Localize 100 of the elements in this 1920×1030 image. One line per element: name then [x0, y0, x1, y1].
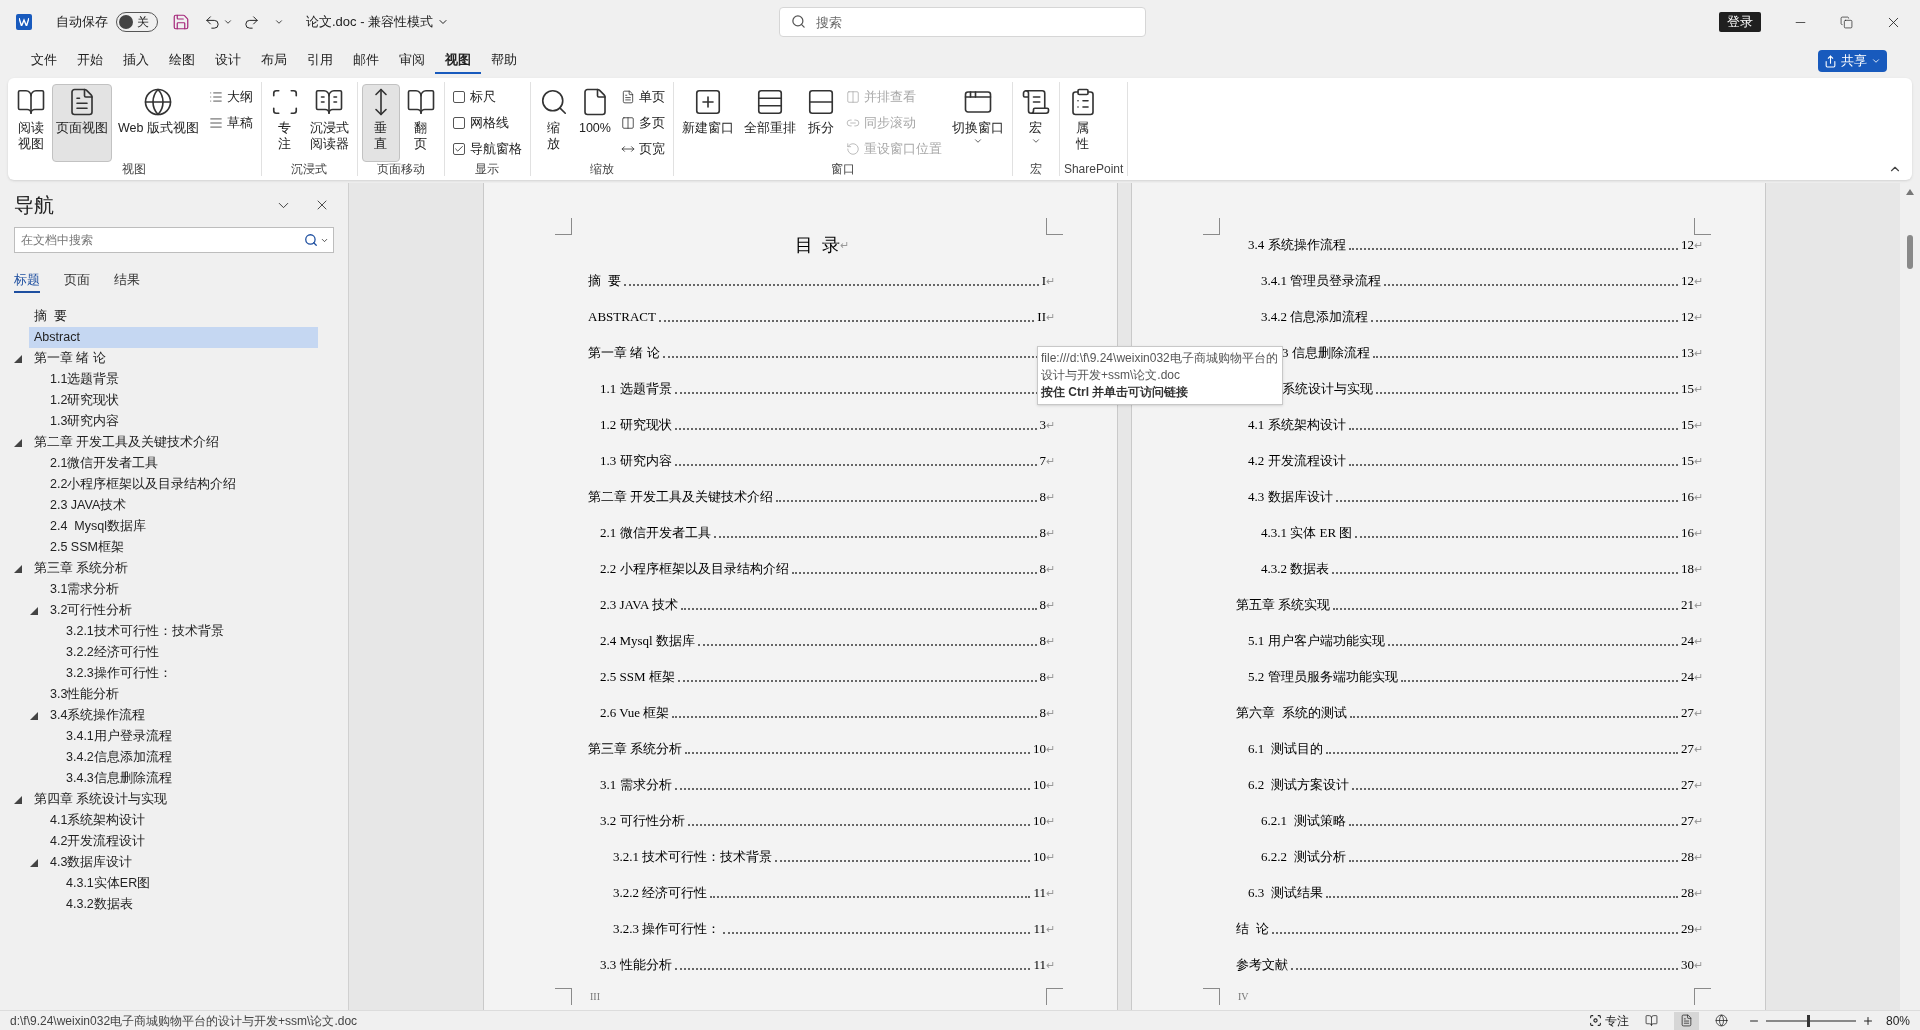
- ribbon-button[interactable]: Web 版式视图: [114, 84, 203, 162]
- zoom-slider-thumb[interactable]: [1806, 1014, 1810, 1027]
- ribbon-tab[interactable]: 开始: [67, 48, 113, 74]
- heading-item[interactable]: 2.4 Mysql数据库: [45, 516, 318, 537]
- pane-tab[interactable]: 结果: [114, 269, 140, 293]
- heading-item[interactable]: 第三章 系统分析: [29, 558, 318, 579]
- heading-item[interactable]: 3.4.2信息添加流程: [61, 747, 318, 768]
- ribbon-button[interactable]: 专 注: [265, 84, 304, 162]
- ribbon-button[interactable]: 切换窗口: [947, 84, 1008, 162]
- toc-entry-link[interactable]: 5.2 管理员服务端功能实现: [1248, 667, 1398, 687]
- checkbox[interactable]: [452, 91, 465, 103]
- search-field[interactable]: 搜索: [779, 7, 1147, 37]
- ribbon-tab[interactable]: 设计: [205, 48, 251, 74]
- toc-entry-link[interactable]: 第五章 系统实现: [1236, 595, 1331, 615]
- ribbon-button[interactable]: 翻 页: [401, 84, 440, 162]
- toc-entry-link[interactable]: 1.3 研究内容: [600, 451, 672, 471]
- ribbon-button[interactable]: 宏: [1016, 84, 1055, 162]
- pane-tab[interactable]: 页面: [64, 269, 90, 293]
- save-icon[interactable]: [172, 13, 190, 31]
- scrollbar-thumb[interactable]: [1907, 235, 1913, 269]
- expand-triangle-icon[interactable]: [14, 564, 22, 573]
- heading-item[interactable]: 3.3性能分析: [45, 684, 318, 705]
- ribbon-tab[interactable]: 绘图: [159, 48, 205, 74]
- heading-item[interactable]: 3.4系统操作流程: [45, 705, 318, 726]
- heading-item[interactable]: 3.4.1用户登录流程: [61, 726, 318, 747]
- heading-item[interactable]: 4.3.2数据表: [61, 894, 318, 915]
- heading-item[interactable]: 第四章 系统设计与实现: [29, 789, 318, 810]
- heading-item[interactable]: 1.1选题背景: [45, 369, 318, 390]
- toc-entry-link[interactable]: 4.2 开发流程设计: [1248, 451, 1346, 471]
- ribbon-button[interactable]: 草稿: [204, 111, 257, 135]
- checkbox[interactable]: [452, 143, 465, 155]
- toc-entry-link[interactable]: 4.3 数据库设计: [1248, 487, 1333, 507]
- customize-caret-icon[interactable]: [274, 17, 284, 27]
- ribbon-button[interactable]: 垂 直: [361, 84, 400, 162]
- heading-item[interactable]: 4.3.1实体ER图: [61, 873, 318, 894]
- heading-item[interactable]: 2.5 SSM框架: [45, 537, 318, 558]
- heading-item[interactable]: 3.2.1技术可行性：技术背景: [61, 621, 318, 642]
- ribbon-button[interactable]: 缩 放: [534, 84, 573, 162]
- ribbon-button[interactable]: 页宽: [616, 137, 669, 161]
- heading-item[interactable]: 1.3研究内容: [45, 411, 318, 432]
- heading-item[interactable]: 3.2.2经济可行性: [61, 642, 318, 663]
- ribbon-tab[interactable]: 审阅: [389, 48, 435, 74]
- heading-item[interactable]: 3.2可行性分析: [45, 600, 318, 621]
- toc-entry-link[interactable]: 第三章 系统分析: [588, 739, 683, 759]
- checkbox[interactable]: [452, 117, 465, 129]
- expand-triangle-icon[interactable]: [14, 354, 22, 363]
- restore-icon[interactable]: [1840, 15, 1853, 29]
- toc-entry-link[interactable]: 1.1 选题背景: [600, 379, 672, 399]
- expand-triangle-icon[interactable]: [30, 858, 38, 867]
- toc-entry-link[interactable]: 结 论: [1236, 919, 1269, 939]
- ribbon-button[interactable]: 单页: [616, 85, 669, 109]
- ribbon-tab[interactable]: 插入: [113, 48, 159, 74]
- toc-entry-link[interactable]: 第六章 系统的测试: [1236, 703, 1347, 723]
- heading-item[interactable]: 4.3数据库设计: [45, 852, 318, 873]
- heading-item[interactable]: Abstract: [29, 327, 318, 348]
- toc-entry-link[interactable]: 3.4.2 信息添加流程: [1261, 307, 1369, 327]
- ribbon-button[interactable]: 属 性: [1063, 84, 1102, 162]
- heading-item[interactable]: 2.2小程序框架以及目录结构介绍: [45, 474, 318, 495]
- ribbon-button[interactable]: 拆分: [801, 84, 840, 162]
- ribbon-tab[interactable]: 视图: [435, 48, 481, 74]
- toc-entry-link[interactable]: 系统设计与实现: [1282, 379, 1373, 399]
- expand-triangle-icon[interactable]: [14, 795, 22, 804]
- caret-icon[interactable]: [223, 17, 233, 27]
- toc-entry-link[interactable]: 3.3 性能分析: [600, 955, 672, 975]
- toc-entry-link[interactable]: 3.2 可行性分析: [600, 811, 685, 831]
- toc-entry-link[interactable]: 6.2.1 测试策略: [1261, 811, 1346, 831]
- ribbon-button[interactable]: 沉浸式 阅读器: [305, 84, 353, 162]
- ribbon-tab[interactable]: 文件: [21, 48, 67, 74]
- heading-item[interactable]: 3.2.3操作可行性：: [61, 663, 318, 684]
- toc-entry-link[interactable]: 1.2 研究现状: [600, 415, 672, 435]
- toc-entry-link[interactable]: 2.2 小程序框架以及目录结构介绍: [600, 559, 789, 579]
- ribbon-tab[interactable]: 引用: [297, 48, 343, 74]
- toc-entry-link[interactable]: 2.5 SSM 框架: [600, 667, 675, 687]
- heading-item[interactable]: 第一章 绪 论: [29, 348, 318, 369]
- toc-entry-link[interactable]: 2.4 Mysql 数据库: [600, 631, 695, 651]
- zoom-slider-track[interactable]: [1765, 1014, 1856, 1027]
- sign-in-button[interactable]: 登录: [1719, 12, 1761, 32]
- heading-item[interactable]: 3.1需求分析: [45, 579, 318, 600]
- heading-item[interactable]: 4.1系统架构设计: [45, 810, 318, 831]
- zoom-level[interactable]: 80%: [1885, 1011, 1910, 1030]
- heading-item[interactable]: 4.2开发流程设计: [45, 831, 318, 852]
- pane-tab[interactable]: 标题: [14, 269, 40, 293]
- toc-entry-link[interactable]: 3.1 需求分析: [600, 775, 672, 795]
- toc-entry-link[interactable]: 3.4.1 管理员登录流程: [1261, 271, 1382, 291]
- heading-item[interactable]: 2.1微信开发者工具: [45, 453, 318, 474]
- toc-entry-link[interactable]: 3.2.1 技术可行性：技术背景: [613, 847, 773, 867]
- undo-icon[interactable]: [204, 13, 221, 31]
- ribbon-button[interactable]: 多页: [616, 111, 669, 135]
- toc-entry-link[interactable]: 第一章 绪 论: [588, 343, 660, 363]
- toc-entry-link[interactable]: 3.2.2 经济可行性: [613, 883, 708, 903]
- heading-item[interactable]: 第二章 开发工具及关键技术介绍: [29, 432, 318, 453]
- zoom-in-icon[interactable]: [1861, 1014, 1874, 1027]
- heading-item[interactable]: 2.3 JAVA技术: [45, 495, 318, 516]
- toc-entry-link[interactable]: ABSTRACT: [588, 307, 656, 327]
- toc-entry-link[interactable]: 5.1 用户客户端功能实现: [1248, 631, 1385, 651]
- redo-icon[interactable]: [243, 13, 260, 31]
- ribbon-button[interactable]: 阅读 视图: [12, 84, 50, 162]
- heading-item[interactable]: 3.4.3信息删除流程: [61, 768, 318, 789]
- toc-entry-link[interactable]: 2.6 Vue 框架: [600, 703, 670, 723]
- expand-triangle-icon[interactable]: [30, 711, 38, 720]
